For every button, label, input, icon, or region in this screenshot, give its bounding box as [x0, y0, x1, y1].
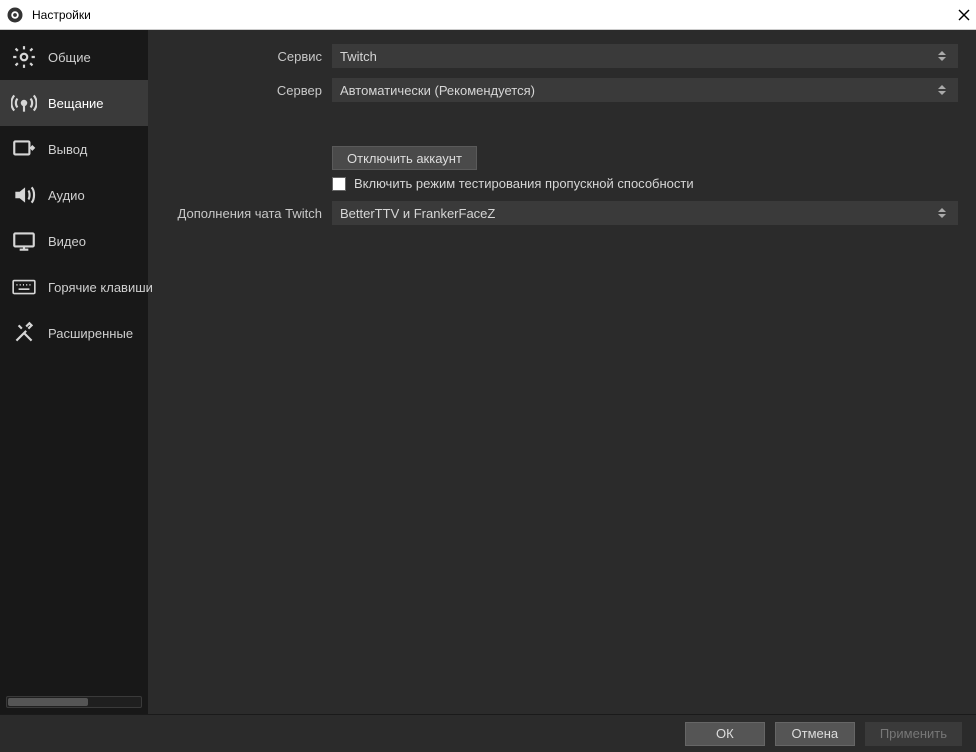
spacer: [166, 112, 958, 146]
sidebar-item-label: Горячие клавиши: [48, 280, 153, 295]
apply-label: Применить: [880, 726, 947, 741]
select-twitch-addons[interactable]: BetterTTV и FrankerFaceZ: [332, 201, 958, 225]
tools-icon: [10, 319, 38, 347]
cancel-label: Отмена: [792, 726, 839, 741]
sidebar-item-label: Аудио: [48, 188, 85, 203]
keyboard-icon: [10, 273, 38, 301]
select-twitch-addons-value: BetterTTV и FrankerFaceZ: [340, 206, 934, 221]
spinner-icon: [934, 85, 950, 95]
ok-label: ОК: [716, 726, 734, 741]
window-title: Настройки: [32, 8, 958, 22]
row-disconnect: Отключить аккаунт: [166, 146, 958, 170]
settings-content: Сервис Twitch Сервер Автоматически (Реко…: [148, 30, 976, 714]
sidebar-item-label: Расширенные: [48, 326, 133, 341]
select-server-value: Автоматически (Рекомендуется): [340, 83, 934, 98]
main-area: Общие Вещание Вывод Аудио Видео: [0, 30, 976, 714]
sidebar-scrollbar[interactable]: [6, 696, 142, 708]
sidebar: Общие Вещание Вывод Аудио Видео: [0, 30, 148, 714]
close-button[interactable]: [958, 9, 970, 21]
sidebar-item-audio[interactable]: Аудио: [0, 172, 148, 218]
row-service: Сервис Twitch: [166, 44, 958, 68]
bandwidth-test-label: Включить режим тестирования пропускной с…: [354, 176, 694, 191]
label-server: Сервер: [166, 83, 332, 98]
sidebar-item-label: Вывод: [48, 142, 87, 157]
sidebar-item-advanced[interactable]: Расширенные: [0, 310, 148, 356]
select-server[interactable]: Автоматически (Рекомендуется): [332, 78, 958, 102]
audio-icon: [10, 181, 38, 209]
ok-button[interactable]: ОК: [685, 722, 765, 746]
output-icon: [10, 135, 38, 163]
checkbox-box: [332, 177, 346, 191]
row-twitch-addons: Дополнения чата Twitch BetterTTV и Frank…: [166, 201, 958, 225]
sidebar-item-hotkeys[interactable]: Горячие клавиши: [0, 264, 148, 310]
video-icon: [10, 227, 38, 255]
sidebar-item-stream[interactable]: Вещание: [0, 80, 148, 126]
sidebar-item-label: Вещание: [48, 96, 104, 111]
app-icon: [6, 6, 24, 24]
gear-icon: [10, 43, 38, 71]
sidebar-item-general[interactable]: Общие: [0, 34, 148, 80]
row-bandwidth-test: Включить режим тестирования пропускной с…: [166, 176, 958, 191]
spinner-icon: [934, 208, 950, 218]
row-server: Сервер Автоматически (Рекомендуется): [166, 78, 958, 102]
sidebar-item-label: Общие: [48, 50, 91, 65]
label-service: Сервис: [166, 49, 332, 64]
titlebar: Настройки: [0, 0, 976, 30]
footer: ОК Отмена Применить: [0, 714, 976, 752]
sidebar-scrollbar-thumb[interactable]: [8, 698, 88, 706]
apply-button[interactable]: Применить: [865, 722, 962, 746]
cancel-button[interactable]: Отмена: [775, 722, 855, 746]
select-service-value: Twitch: [340, 49, 934, 64]
sidebar-item-video[interactable]: Видео: [0, 218, 148, 264]
sidebar-item-label: Видео: [48, 234, 86, 249]
spinner-icon: [934, 51, 950, 61]
disconnect-account-label: Отключить аккаунт: [347, 151, 462, 166]
bandwidth-test-checkbox[interactable]: Включить режим тестирования пропускной с…: [332, 176, 958, 191]
label-twitch-addons: Дополнения чата Twitch: [166, 206, 332, 221]
select-service[interactable]: Twitch: [332, 44, 958, 68]
sidebar-item-output[interactable]: Вывод: [0, 126, 148, 172]
broadcast-icon: [10, 89, 38, 117]
disconnect-account-button[interactable]: Отключить аккаунт: [332, 146, 477, 170]
